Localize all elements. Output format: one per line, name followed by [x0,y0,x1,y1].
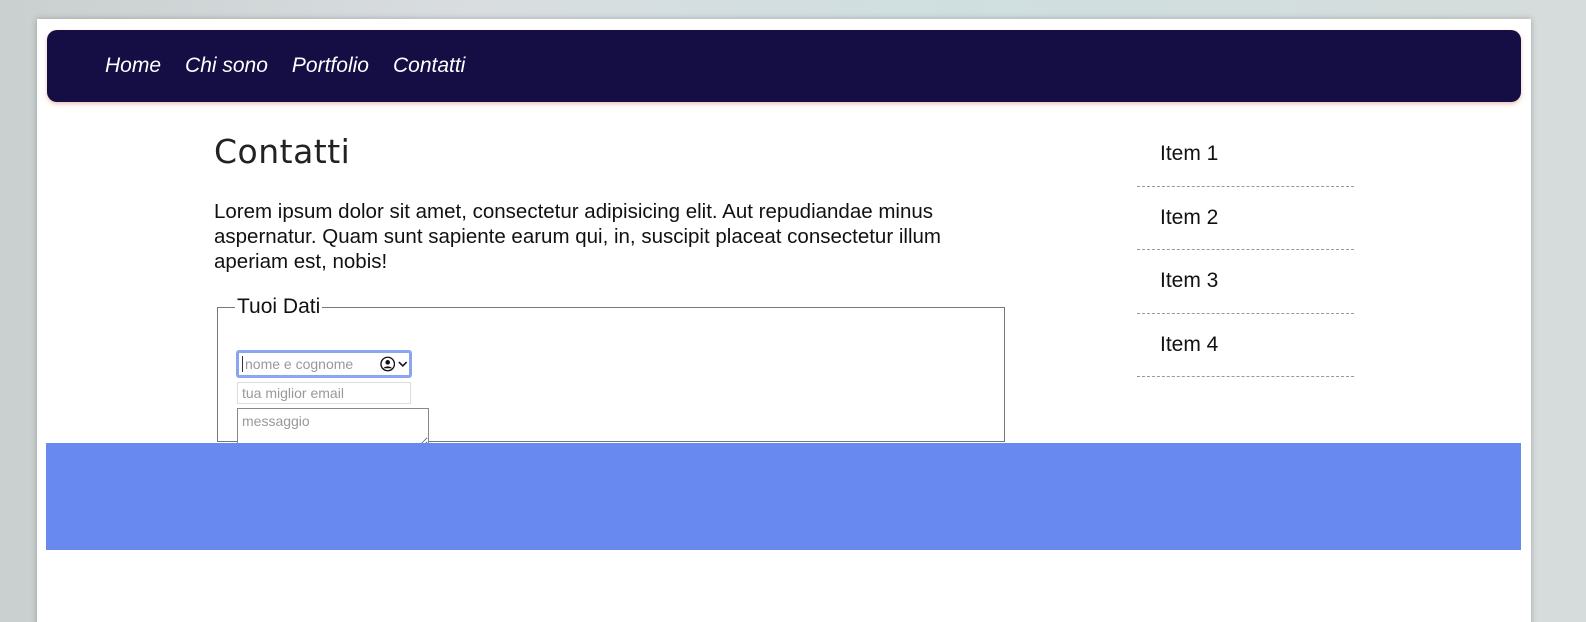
name-input[interactable] [242,356,372,372]
form-legend: Tuoi Dati [237,295,321,318]
sidebar-item-4[interactable]: Item 4 [1137,314,1354,377]
page: Home Chi sono Portfolio Contatti Contatt… [37,19,1531,622]
name-field[interactable] [236,350,412,378]
contact-autofill-icon[interactable] [380,356,396,372]
sidebar: Item 1 Item 2 Item 3 Item 4 [1137,123,1354,377]
message-textarea[interactable] [237,408,429,447]
nav-link-chi-sono[interactable]: Chi sono [185,54,268,78]
contact-form: Tuoi Dati [217,295,1005,447]
page-title: Contatti [214,132,351,171]
sidebar-item-1[interactable]: Item 1 [1137,123,1354,187]
nav-link-contatti[interactable]: Contatti [393,54,465,78]
footer [46,443,1521,550]
sidebar-item-3[interactable]: Item 3 [1137,250,1354,314]
nav-link-portfolio[interactable]: Portfolio [292,54,369,78]
navbar: Home Chi sono Portfolio Contatti [47,30,1521,102]
sidebar-item-2[interactable]: Item 2 [1137,187,1354,250]
email-input[interactable] [237,382,411,404]
nav-link-home[interactable]: Home [105,54,161,78]
intro-text: Lorem ipsum dolor sit amet, consectetur … [214,200,941,273]
chevron-down-icon[interactable] [397,358,409,370]
